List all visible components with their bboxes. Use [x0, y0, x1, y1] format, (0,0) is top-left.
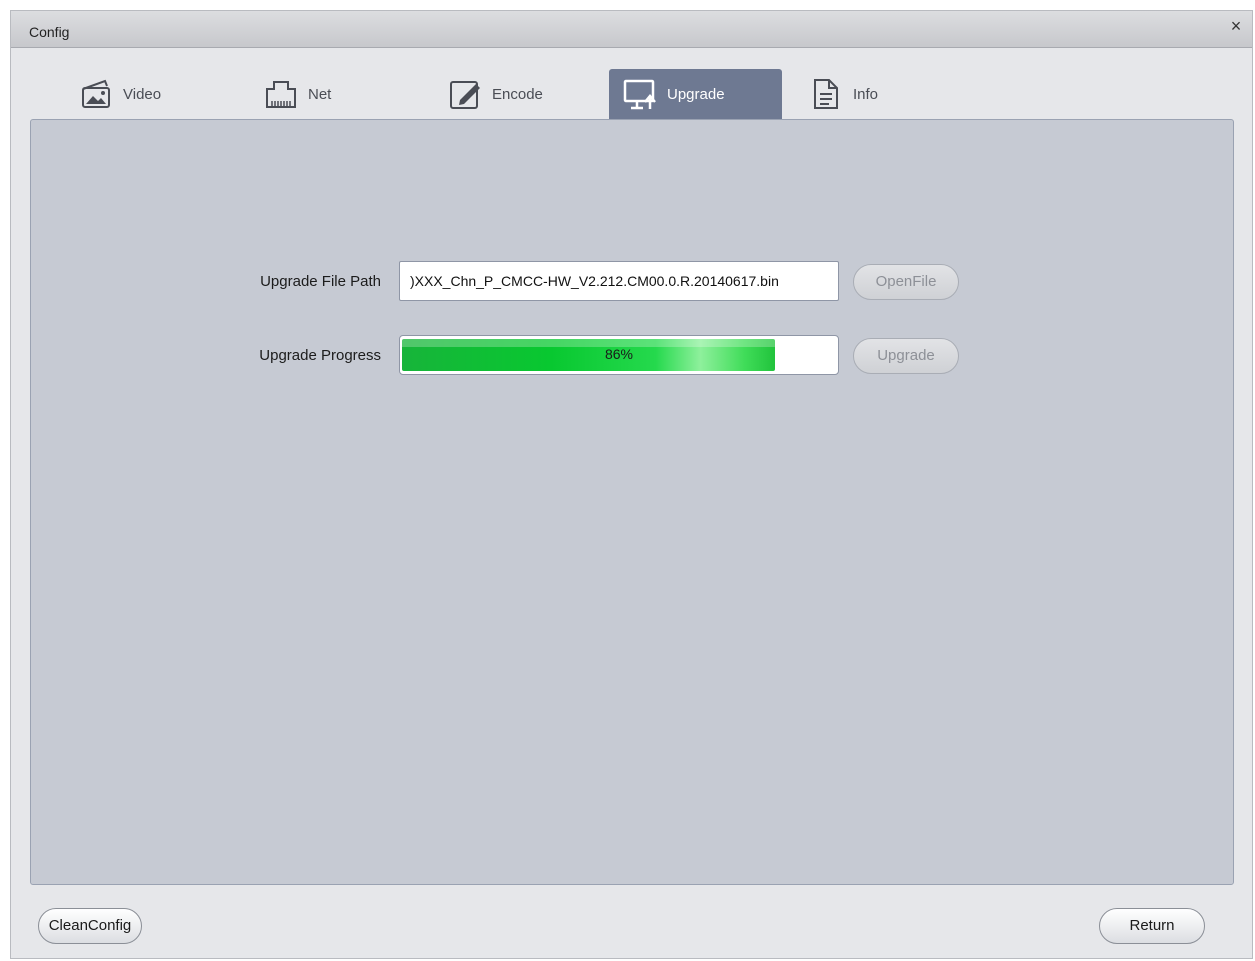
title-bar: Config ×: [11, 11, 1252, 48]
close-icon[interactable]: ×: [1226, 16, 1246, 36]
open-file-button[interactable]: OpenFile: [853, 264, 959, 300]
tab-net[interactable]: Net: [264, 69, 374, 119]
tab-upgrade[interactable]: Upgrade: [609, 69, 782, 119]
monitor-upload-icon: [623, 79, 656, 110]
encode-edit-icon: [450, 81, 480, 109]
upgrade-button[interactable]: Upgrade: [853, 338, 959, 374]
return-button[interactable]: Return: [1099, 908, 1205, 944]
tab-label: Encode: [492, 85, 543, 103]
config-window: Config × Video Net Encode Upgrade Info U…: [10, 10, 1253, 959]
network-port-icon: [266, 81, 296, 108]
document-icon: [814, 79, 838, 109]
upgrade-progress-bar: 86%: [399, 335, 839, 375]
tab-encode[interactable]: Encode: [448, 69, 578, 119]
progress-row: Upgrade Progress 86% Upgrade: [31, 335, 1233, 375]
tab-label: Upgrade: [667, 85, 725, 103]
clean-config-button[interactable]: CleanConfig: [38, 908, 142, 944]
tab-label: Video: [123, 85, 162, 103]
video-image-icon: [82, 79, 110, 108]
tab-info[interactable]: Info: [809, 69, 919, 119]
tab-video[interactable]: Video: [79, 69, 199, 119]
upgrade-panel: Upgrade File Path )XXX_Chn_P_CMCC-HW_V2.…: [30, 119, 1234, 885]
window-title: Config: [29, 24, 70, 40]
tab-label: Info: [853, 85, 879, 103]
file-path-input[interactable]: )XXX_Chn_P_CMCC-HW_V2.212.CM00.0.R.20140…: [399, 261, 839, 301]
file-path-row: Upgrade File Path )XXX_Chn_P_CMCC-HW_V2.…: [31, 261, 1233, 301]
tab-bar: Video Net Encode Upgrade Info: [11, 69, 1252, 119]
progress-percent: 86%: [604, 346, 634, 362]
file-path-label: Upgrade File Path: [260, 273, 381, 290]
tab-label: Net: [308, 85, 332, 103]
progress-label: Upgrade Progress: [259, 347, 381, 364]
